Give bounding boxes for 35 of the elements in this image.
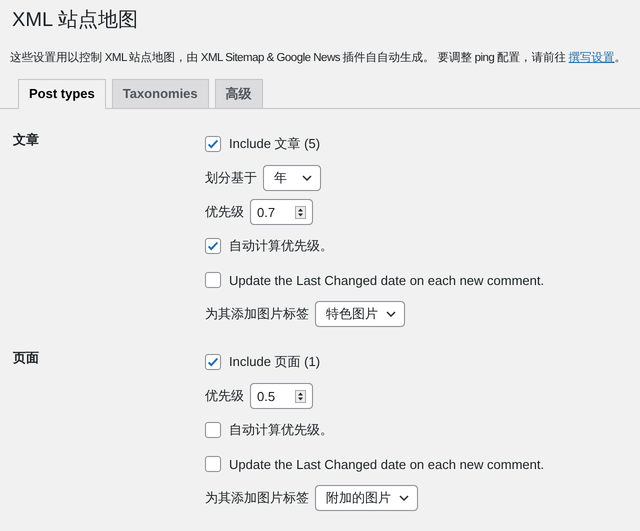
checkbox-label: Update the Last Changed date on each new comment. (229, 272, 544, 288)
settings-link[interactable]: 撰写设置 (568, 52, 615, 64)
checkbox-label: 自动计算优先级。 (229, 421, 333, 439)
checkbox[interactable] (205, 422, 221, 438)
checkbox-label: Include 页面 (1) (229, 353, 320, 371)
dropdown[interactable]: 年 (263, 165, 321, 191)
checkbox[interactable] (205, 238, 221, 254)
section-heading: 文章 (12, 131, 40, 149)
tab[interactable]: Taxonomies (112, 79, 209, 108)
field-label: 优先级 (205, 387, 244, 405)
field-label: 为其添加图片标签 (205, 489, 309, 507)
chevron-icon (386, 311, 396, 317)
chevron-icon (399, 495, 409, 501)
tab[interactable]: Post types (18, 79, 106, 109)
checkbox[interactable] (205, 456, 221, 472)
field-label: 为其添加图片标签 (205, 305, 309, 323)
dropdown[interactable]: 附加的图片 (315, 485, 418, 511)
chevron-icon (302, 175, 312, 181)
checkbox-label: 自动计算优先级。 (229, 237, 333, 255)
dropdown[interactable]: 特色图片 (315, 301, 405, 327)
spinner-icon (295, 206, 306, 218)
number-field[interactable]: 0.7 (250, 199, 314, 225)
tab[interactable]: 高级 (214, 79, 263, 108)
checkbox[interactable] (205, 354, 221, 370)
field-label: 划分基于 (205, 169, 257, 187)
spinner-icon (295, 390, 306, 402)
checkbox-label: Include 文章 (5) (229, 135, 320, 153)
page-title: XML 站点地图 (11, 8, 139, 32)
checkbox[interactable] (205, 136, 221, 152)
description: 这些设置用以控制 XML 站点地图，由 XML Sitemap & Google News 插件自自动生成。 要调整 ping 配置，请前往 撰写设置。 (10, 50, 628, 65)
checkbox-label: Update the Last Changed date on each new comment. (229, 456, 544, 472)
field-label: 优先级 (205, 203, 244, 221)
number-field[interactable]: 0.5 (250, 383, 314, 409)
checkbox[interactable] (205, 272, 221, 288)
section-heading: 页面 (12, 349, 40, 367)
